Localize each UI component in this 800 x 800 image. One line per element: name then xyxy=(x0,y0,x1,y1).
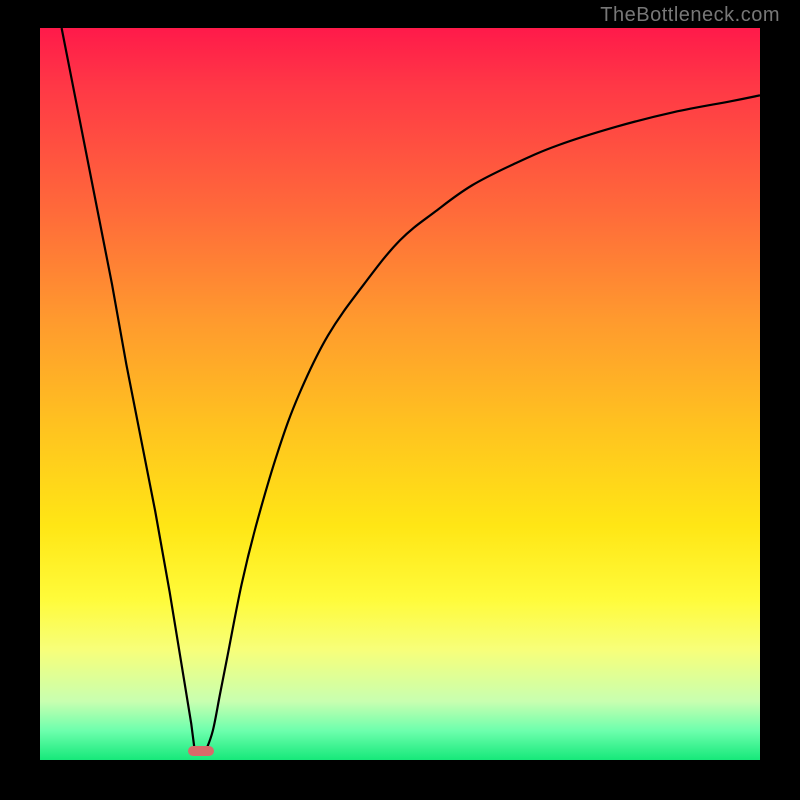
optimal-marker xyxy=(188,746,214,756)
bottleneck-curve xyxy=(40,28,760,760)
plot-area xyxy=(40,28,760,760)
watermark-text: TheBottleneck.com xyxy=(600,4,780,27)
curve-path xyxy=(62,28,760,751)
chart-stage: TheBottleneck.com xyxy=(0,0,800,800)
